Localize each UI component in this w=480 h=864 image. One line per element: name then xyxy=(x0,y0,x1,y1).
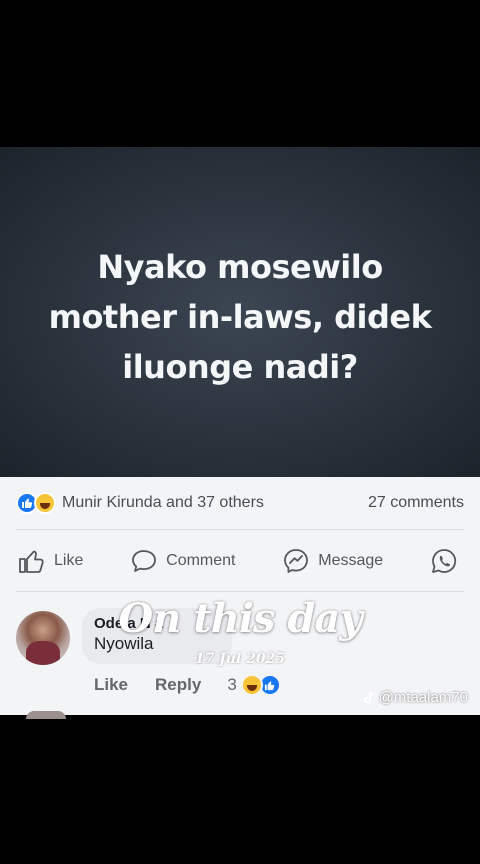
reactors-text: Munir Kirunda and 37 others xyxy=(62,494,264,511)
comment-button[interactable]: Comment xyxy=(130,548,236,574)
post-image[interactable]: Nyako mosewilo mother in-laws, didek ilu… xyxy=(0,147,480,477)
comment-like-button[interactable]: Like xyxy=(94,675,128,695)
reaction-icons xyxy=(16,492,56,514)
comment-actions: Like Reply 3 xyxy=(94,674,281,696)
messenger-icon xyxy=(284,549,309,573)
post-image-text: Nyako mosewilo mother in-laws, didek ilu… xyxy=(48,248,432,386)
like-button-label: Like xyxy=(54,552,84,569)
divider xyxy=(16,529,464,530)
reactions-row: Munir Kirunda and 37 others 27 comments xyxy=(16,489,464,517)
post-actions-bar: Like Comment Message xyxy=(18,543,466,579)
tiktok-watermark: @mtaalam70 xyxy=(362,689,468,706)
on-this-day-title: On this day xyxy=(118,595,362,642)
whatsapp-icon xyxy=(432,549,457,573)
message-button[interactable]: Message xyxy=(282,547,383,575)
thumbs-up-icon xyxy=(19,550,44,573)
comment-reaction-count: 3 xyxy=(227,675,237,694)
haha-icon xyxy=(34,492,56,514)
haha-icon xyxy=(240,674,263,696)
next-comment-avatar xyxy=(26,711,66,719)
comment-reply-button[interactable]: Reply xyxy=(155,675,201,695)
like-button[interactable]: Like xyxy=(18,548,83,574)
watermark-handle: @mtaalam70 xyxy=(378,689,468,706)
comment-icon xyxy=(132,550,157,572)
tiktok-icon xyxy=(363,690,374,704)
screenshot-stage: Nyako mosewilo mother in-laws, didek ilu… xyxy=(0,0,480,864)
reactions-summary[interactable]: Munir Kirunda and 37 others xyxy=(16,492,264,514)
comments-count-link[interactable]: 27 comments xyxy=(368,494,464,512)
on-this-day-date: 17 Jul 2025 xyxy=(194,651,286,667)
comment-button-label: Comment xyxy=(166,552,236,569)
divider xyxy=(16,591,464,592)
whatsapp-share-button[interactable] xyxy=(430,547,466,575)
message-button-label: Message xyxy=(318,552,384,569)
